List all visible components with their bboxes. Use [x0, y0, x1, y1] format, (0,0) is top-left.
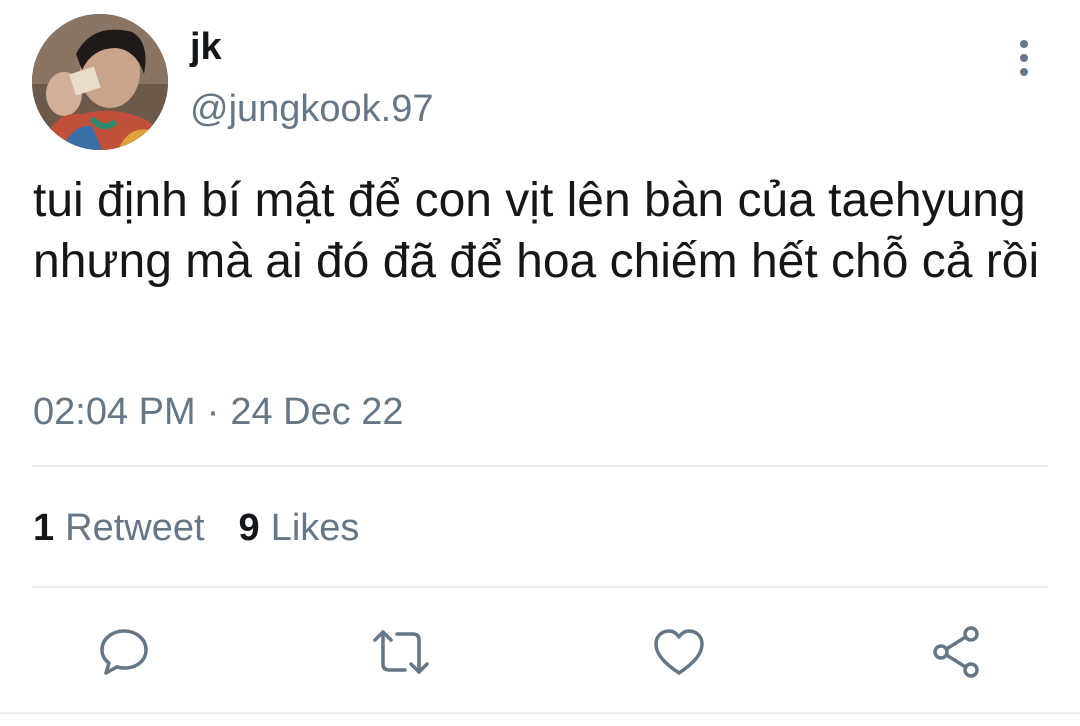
share-icon — [933, 626, 979, 678]
divider — [32, 586, 1048, 588]
more-dot-icon — [1020, 40, 1028, 48]
like-button[interactable] — [649, 622, 709, 682]
likes-stat[interactable]: 9 Likes — [239, 505, 360, 551]
retweet-button[interactable] — [371, 622, 431, 682]
reply-icon — [100, 629, 148, 675]
tweet-stats: 1 Retweet 9 Likes — [33, 505, 359, 551]
more-options-button[interactable] — [1004, 36, 1044, 80]
user-handle[interactable]: @jungkook.97 — [190, 86, 434, 132]
tweet-time: 02:04 PM — [33, 391, 196, 433]
retweet-icon — [373, 630, 429, 674]
tweet-text: tui định bí mật để con vịt lên bàn của t… — [33, 174, 1040, 288]
avatar[interactable] — [32, 14, 168, 150]
divider — [0, 712, 1080, 714]
timestamp-separator: · — [206, 391, 220, 433]
heart-icon — [654, 629, 704, 675]
reply-button[interactable] — [94, 622, 154, 682]
divider — [32, 465, 1048, 467]
tweet-date: 24 Dec 22 — [230, 391, 404, 433]
retweets-label: Retweet — [65, 507, 205, 549]
more-dot-icon — [1020, 68, 1028, 76]
share-button[interactable] — [927, 622, 987, 682]
tweet-timestamp: 02:04 PM · 24 Dec 22 — [33, 389, 404, 435]
retweets-stat[interactable]: 1 Retweet — [33, 505, 205, 551]
more-dot-icon — [1020, 54, 1028, 62]
likes-label: Likes — [270, 507, 360, 549]
likes-count: 9 — [238, 507, 260, 549]
retweets-count: 1 — [33, 507, 55, 549]
display-name[interactable]: jk — [190, 24, 222, 70]
avatar-photo — [32, 14, 168, 150]
tweet-card: jk @jungkook.97 tui định bí mật để con v… — [0, 0, 1080, 726]
